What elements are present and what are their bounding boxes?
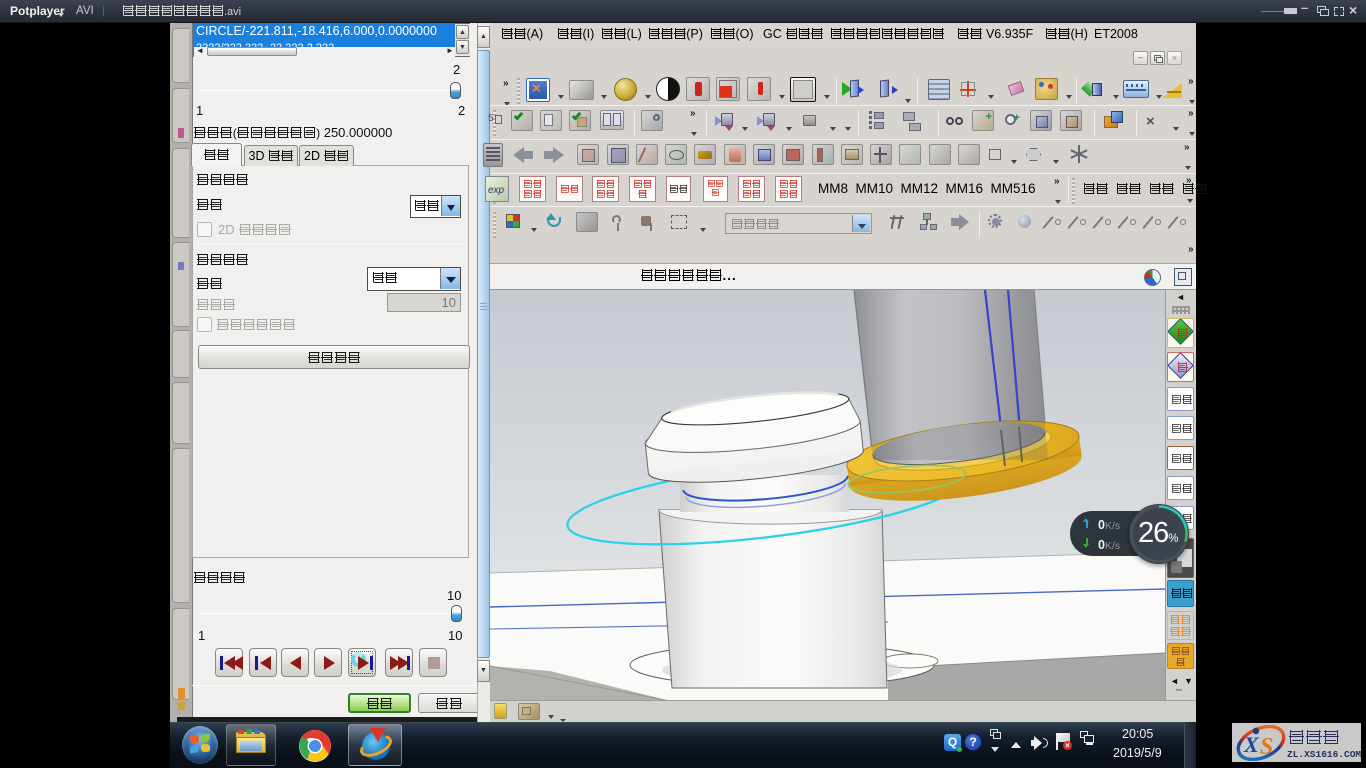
- svg-text:X: X: [1243, 732, 1260, 757]
- svg-text:S: S: [1260, 734, 1273, 760]
